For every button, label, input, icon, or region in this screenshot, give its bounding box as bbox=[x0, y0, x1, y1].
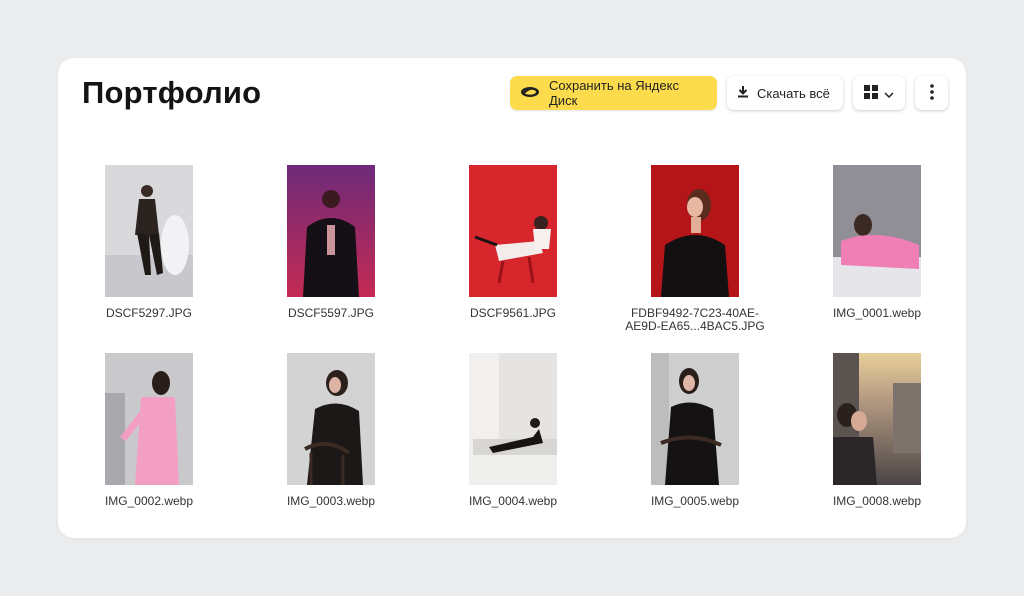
page-title: Портфолио bbox=[82, 75, 262, 110]
more-options-button[interactable] bbox=[915, 76, 948, 110]
yandex-disk-icon bbox=[520, 85, 540, 102]
view-mode-dropdown[interactable] bbox=[853, 76, 905, 110]
photo-thumbnail bbox=[651, 165, 739, 297]
file-name: IMG_0005.webp bbox=[650, 495, 740, 508]
toolbar: Сохранить на Яндекс Диск Скачать всё bbox=[510, 76, 948, 110]
file-tile[interactable]: IMG_0001.webp bbox=[786, 165, 968, 333]
photo-thumbnail bbox=[287, 353, 375, 485]
photo-thumbnail bbox=[469, 165, 557, 297]
photo-thumbnail bbox=[833, 165, 921, 297]
photo-thumbnail bbox=[833, 353, 921, 485]
photo-thumbnail bbox=[651, 353, 739, 485]
photo-thumbnail bbox=[469, 353, 557, 485]
file-name: FDBF9492-7C23-40AE-AE9D-EA65...4BAC5.JPG bbox=[625, 307, 765, 333]
file-tile[interactable]: IMG_0004.webp bbox=[422, 353, 604, 521]
file-name: IMG_0004.webp bbox=[468, 495, 558, 508]
more-vertical-icon bbox=[929, 83, 934, 103]
file-name: DSCF5297.JPG bbox=[105, 307, 193, 320]
portfolio-card: Портфолио Сохранить на Яндекс Диск Скача… bbox=[58, 58, 966, 538]
file-tile[interactable]: FDBF9492-7C23-40AE-AE9D-EA65...4BAC5.JPG bbox=[604, 165, 786, 333]
save-button-label: Сохранить на Яндекс Диск bbox=[549, 78, 679, 108]
file-name: IMG_0001.webp bbox=[832, 307, 922, 320]
file-tile[interactable]: DSCF5597.JPG bbox=[240, 165, 422, 333]
chevron-down-icon bbox=[884, 86, 894, 101]
download-button-label: Скачать всё bbox=[757, 85, 830, 101]
file-name: IMG_0003.webp bbox=[286, 495, 376, 508]
file-name: DSCF5597.JPG bbox=[287, 307, 375, 320]
file-name: IMG_0008.webp bbox=[832, 495, 922, 508]
download-all-button[interactable]: Скачать всё bbox=[727, 76, 843, 110]
file-grid: DSCF5297.JPG DSCF5597.JPG DSCF9561.JPG F… bbox=[58, 165, 966, 521]
photo-thumbnail bbox=[287, 165, 375, 297]
photo-thumbnail bbox=[105, 353, 193, 485]
file-tile[interactable]: DSCF9561.JPG bbox=[422, 165, 604, 333]
file-tile[interactable]: IMG_0002.webp bbox=[58, 353, 240, 521]
file-name: IMG_0002.webp bbox=[104, 495, 194, 508]
save-to-yandex-disk-button[interactable]: Сохранить на Яндекс Диск bbox=[510, 76, 717, 110]
file-tile[interactable]: IMG_0003.webp bbox=[240, 353, 422, 521]
file-tile[interactable]: DSCF5297.JPG bbox=[58, 165, 240, 333]
photo-thumbnail bbox=[105, 165, 193, 297]
file-tile[interactable]: IMG_0008.webp bbox=[786, 353, 968, 521]
download-icon bbox=[737, 85, 749, 101]
file-tile[interactable]: IMG_0005.webp bbox=[604, 353, 786, 521]
grid-view-icon bbox=[864, 84, 878, 102]
file-name: DSCF9561.JPG bbox=[469, 307, 557, 320]
